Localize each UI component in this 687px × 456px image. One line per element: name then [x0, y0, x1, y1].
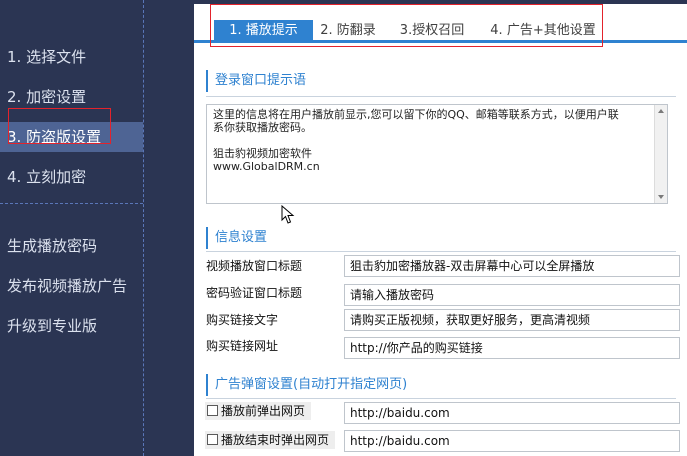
field-label-buy-text: 购买链接文字 — [206, 313, 279, 327]
section-divider — [206, 96, 676, 97]
settings-panel: 1. 播放提示 2. 防翻录 3.授权召回 4. 广告+其他设置 登录窗口提示语… — [194, 4, 687, 456]
tool-publish-ad[interactable]: 发布视频播放广告 — [0, 271, 143, 301]
field-label-buy-url: 购买链接网址 — [206, 339, 279, 353]
sidebar-separator — [0, 203, 143, 204]
scroll-down-icon[interactable] — [658, 195, 664, 199]
popup-after-play-option[interactable]: 播放结束时弹出网页 — [205, 431, 336, 449]
section-title-ad-popup: 广告弹窗设置(自动打开指定网页) — [206, 374, 407, 396]
tabs-annotation-box — [210, 4, 603, 47]
popup-before-play-url-input[interactable]: http://baidu.com — [344, 402, 680, 424]
prompt-line: 系你获取播放密码。 — [213, 121, 312, 134]
sidebar: 1. 选择文件 2. 加密设置 3. 防盗版设置 4. 立刻加密 生成播放密码 … — [0, 0, 145, 456]
section-divider — [206, 251, 676, 252]
buy-link-text-input[interactable]: 请购买正版视频，获取更好服务，更高清视频 — [344, 309, 680, 331]
textarea-scrollbar[interactable] — [654, 105, 667, 203]
section-divider — [206, 398, 676, 399]
mouse-cursor-icon — [281, 205, 295, 224]
password-title-input[interactable]: 请输入播放密码 — [344, 284, 680, 306]
prompt-line: 狙击豹视频加密软件 — [213, 147, 312, 160]
sidebar-divider — [143, 0, 144, 456]
tool-generate-password[interactable]: 生成播放密码 — [0, 231, 143, 261]
checkbox-icon[interactable] — [207, 405, 218, 416]
field-label-password-title: 密码验证窗口标题 — [206, 286, 303, 300]
prompt-line: 这里的信息将在用户播放前显示,您可以留下你的QQ、邮箱等联系方式，以便用户联 — [213, 108, 619, 121]
sidebar-annotation-box — [8, 108, 111, 144]
tool-upgrade-pro[interactable]: 升级到专业版 — [0, 311, 143, 341]
step-select-file[interactable]: 1. 选择文件 — [0, 42, 143, 72]
popup-before-play-label: 播放前弹出网页 — [221, 404, 306, 418]
section-title-info: 信息设置 — [206, 227, 267, 249]
buy-link-url-input[interactable]: http://你产品的购买链接 — [344, 337, 680, 359]
player-title-input[interactable]: 狙击豹加密播放器-双击屏幕中心可以全屏播放 — [344, 255, 680, 277]
field-label-player-title: 视频播放窗口标题 — [206, 259, 303, 273]
scroll-up-icon[interactable] — [658, 109, 664, 113]
section-title-login-prompt: 登录窗口提示语 — [206, 70, 306, 92]
popup-before-play-option[interactable]: 播放前弹出网页 — [205, 402, 312, 420]
tab-bar: 1. 播放提示 2. 防翻录 3.授权召回 4. 广告+其他设置 — [194, 4, 687, 47]
login-prompt-textarea[interactable]: 这里的信息将在用户播放前显示,您可以留下你的QQ、邮箱等联系方式，以便用户联 系… — [206, 104, 668, 204]
prompt-blank-line — [213, 134, 661, 147]
step-encrypt-now[interactable]: 4. 立刻加密 — [0, 162, 143, 192]
prompt-line: www.GlobalDRM.cn — [213, 160, 320, 173]
checkbox-icon[interactable] — [207, 434, 218, 445]
popup-after-play-label: 播放结束时弹出网页 — [221, 433, 330, 447]
popup-after-play-url-input[interactable]: http://baidu.com — [344, 430, 680, 452]
